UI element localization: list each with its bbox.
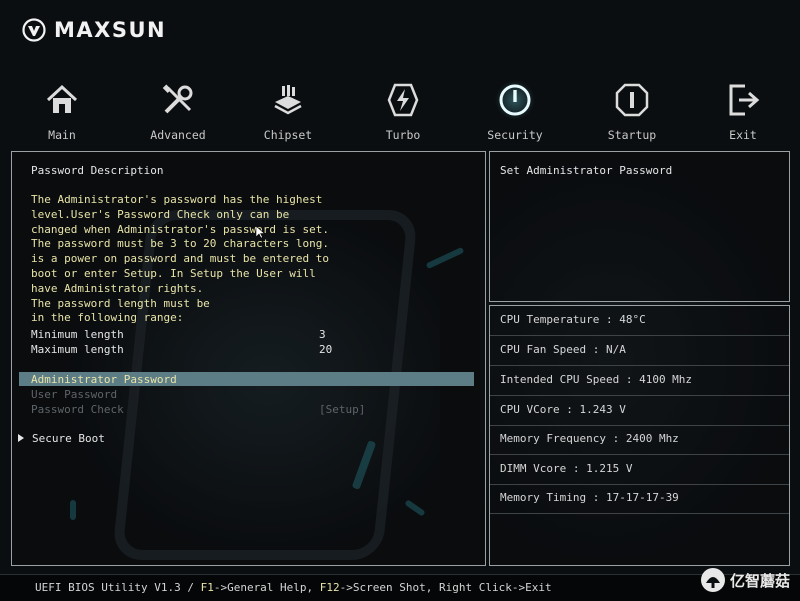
tools-icon bbox=[162, 84, 193, 114]
brand-name: MAXSUN bbox=[54, 18, 167, 42]
info-row: Memory Timing : 17-17-17-39 bbox=[490, 484, 789, 514]
brand-logo: MAXSUN bbox=[22, 18, 166, 42]
maximum-length-row: Maximum length 20 bbox=[31, 342, 471, 357]
f12-key: F12 bbox=[319, 581, 340, 594]
minimum-length-label: Minimum length bbox=[31, 328, 124, 341]
description-line: The password must be 3 to 20 characters … bbox=[31, 237, 330, 251]
info-row: DIMM Vcore : 1.215 V bbox=[490, 455, 789, 485]
hardware-monitor-panel: CPU Temperature : 48°C CPU Fan Speed : N… bbox=[489, 305, 790, 566]
info-row-empty bbox=[490, 514, 789, 564]
startup-icon bbox=[615, 83, 649, 117]
help-panel: Set Administrator Password bbox=[489, 151, 790, 302]
tab-startup-label: Startup bbox=[607, 128, 657, 142]
tab-advanced-label: Advanced bbox=[150, 128, 206, 142]
description-line: is a power on password and must be enter… bbox=[31, 252, 330, 266]
tab-turbo[interactable]: Turbo bbox=[358, 80, 448, 144]
cpu-vcore: CPU VCore : 1.243 V bbox=[500, 403, 626, 416]
maximum-length-value: 20 bbox=[319, 343, 333, 356]
tab-chipset[interactable]: Chipset bbox=[243, 80, 333, 144]
description-line: The Administrator's password has the hig… bbox=[31, 193, 323, 206]
description-line: level.User's Password Check only can be bbox=[31, 207, 290, 221]
description-line: boot or enter Setup. In Setup the User w… bbox=[31, 266, 316, 280]
maximum-length-label: Maximum length bbox=[31, 343, 124, 356]
info-row: CPU Fan Speed : N/A bbox=[490, 336, 789, 366]
lightning-icon bbox=[387, 83, 419, 117]
description-line: changed when Administrator's password is… bbox=[31, 222, 330, 236]
security-settings-panel: Password Description The Administrator's… bbox=[11, 151, 486, 566]
help-text: Set Administrator Password bbox=[500, 164, 673, 177]
footer-prefix: UEFI BIOS Utility V1.3 / bbox=[35, 581, 201, 594]
status-bar: UEFI BIOS Utility V1.3 / F1->General Hel… bbox=[0, 568, 800, 601]
info-row: CPU VCore : 1.243 V bbox=[490, 396, 789, 426]
password-description-title: Password Description bbox=[31, 164, 164, 177]
minimum-length-row: Minimum length 3 bbox=[31, 327, 471, 342]
cpu-temperature: CPU Temperature : 48°C bbox=[500, 313, 646, 326]
description-line: have Administrator rights. bbox=[31, 281, 204, 295]
mouse-cursor-icon bbox=[256, 226, 265, 239]
tab-main-label: Main bbox=[48, 128, 76, 142]
cpu-fan-speed: CPU Fan Speed : N/A bbox=[500, 343, 626, 356]
home-icon bbox=[46, 84, 78, 113]
chip-icon bbox=[274, 85, 302, 115]
password-check-item: Password Check [Setup] bbox=[31, 402, 471, 417]
watermark: 亿智蘑菇 bbox=[700, 567, 790, 593]
exit-icon bbox=[729, 84, 760, 116]
minimum-length-value: 3 bbox=[319, 328, 326, 341]
password-check-value: [Setup] bbox=[319, 403, 366, 416]
memory-frequency: Memory Frequency : 2400 Mhz bbox=[500, 432, 679, 445]
password-description-text: The Administrator's password has the hig… bbox=[31, 193, 329, 326]
tab-turbo-label: Turbo bbox=[385, 128, 421, 142]
password-check-label: Password Check bbox=[31, 403, 124, 416]
f1-text: ->General Help, bbox=[213, 581, 320, 594]
submenu-arrow-icon bbox=[18, 434, 24, 442]
tab-exit-label: Exit bbox=[729, 128, 757, 142]
intended-cpu-speed: Intended CPU Speed : 4100 Mhz bbox=[500, 373, 693, 386]
info-row: Intended CPU Speed : 4100 Mhz bbox=[490, 366, 789, 396]
secure-boot-label: Secure Boot bbox=[32, 432, 105, 445]
info-row: Memory Frequency : 2400 Mhz bbox=[490, 425, 789, 455]
watermark-logo-icon bbox=[700, 568, 725, 592]
power-icon bbox=[499, 84, 531, 116]
tab-advanced[interactable]: Advanced bbox=[133, 80, 223, 144]
footer-help-text: UEFI BIOS Utility V1.3 / F1->General Hel… bbox=[35, 581, 552, 594]
maxsun-logo-icon bbox=[22, 18, 46, 42]
info-row: CPU Temperature : 48°C bbox=[490, 306, 789, 336]
memory-timing: Memory Timing : 17-17-17-39 bbox=[500, 491, 679, 504]
user-password-item: User Password bbox=[31, 387, 471, 402]
user-password-label: User Password bbox=[31, 388, 118, 401]
f1-key: F1 bbox=[200, 581, 214, 594]
tab-security[interactable]: Security bbox=[470, 80, 560, 144]
tab-startup[interactable]: Startup bbox=[587, 80, 677, 144]
watermark-text: 亿智蘑菇 bbox=[729, 571, 790, 590]
tab-chipset-label: Chipset bbox=[263, 128, 313, 142]
main-tab-bar: Main Advanced Chipset Turbo Security Sta… bbox=[0, 80, 800, 144]
tab-exit[interactable]: Exit bbox=[698, 80, 788, 144]
secure-boot-submenu[interactable]: Secure Boot bbox=[18, 431, 105, 446]
tab-security-label: Security bbox=[487, 128, 543, 142]
tab-main[interactable]: Main bbox=[17, 80, 107, 144]
administrator-password-item[interactable]: Administrator Password bbox=[31, 372, 471, 387]
dimm-vcore: DIMM Vcore : 1.215 V bbox=[500, 462, 633, 475]
administrator-password-label: Administrator Password bbox=[31, 373, 177, 386]
description-line: in the following range: bbox=[31, 311, 184, 325]
description-line: The password length must be bbox=[31, 296, 210, 310]
f12-text: ->Screen Shot, Right Click->Exit bbox=[339, 581, 552, 594]
